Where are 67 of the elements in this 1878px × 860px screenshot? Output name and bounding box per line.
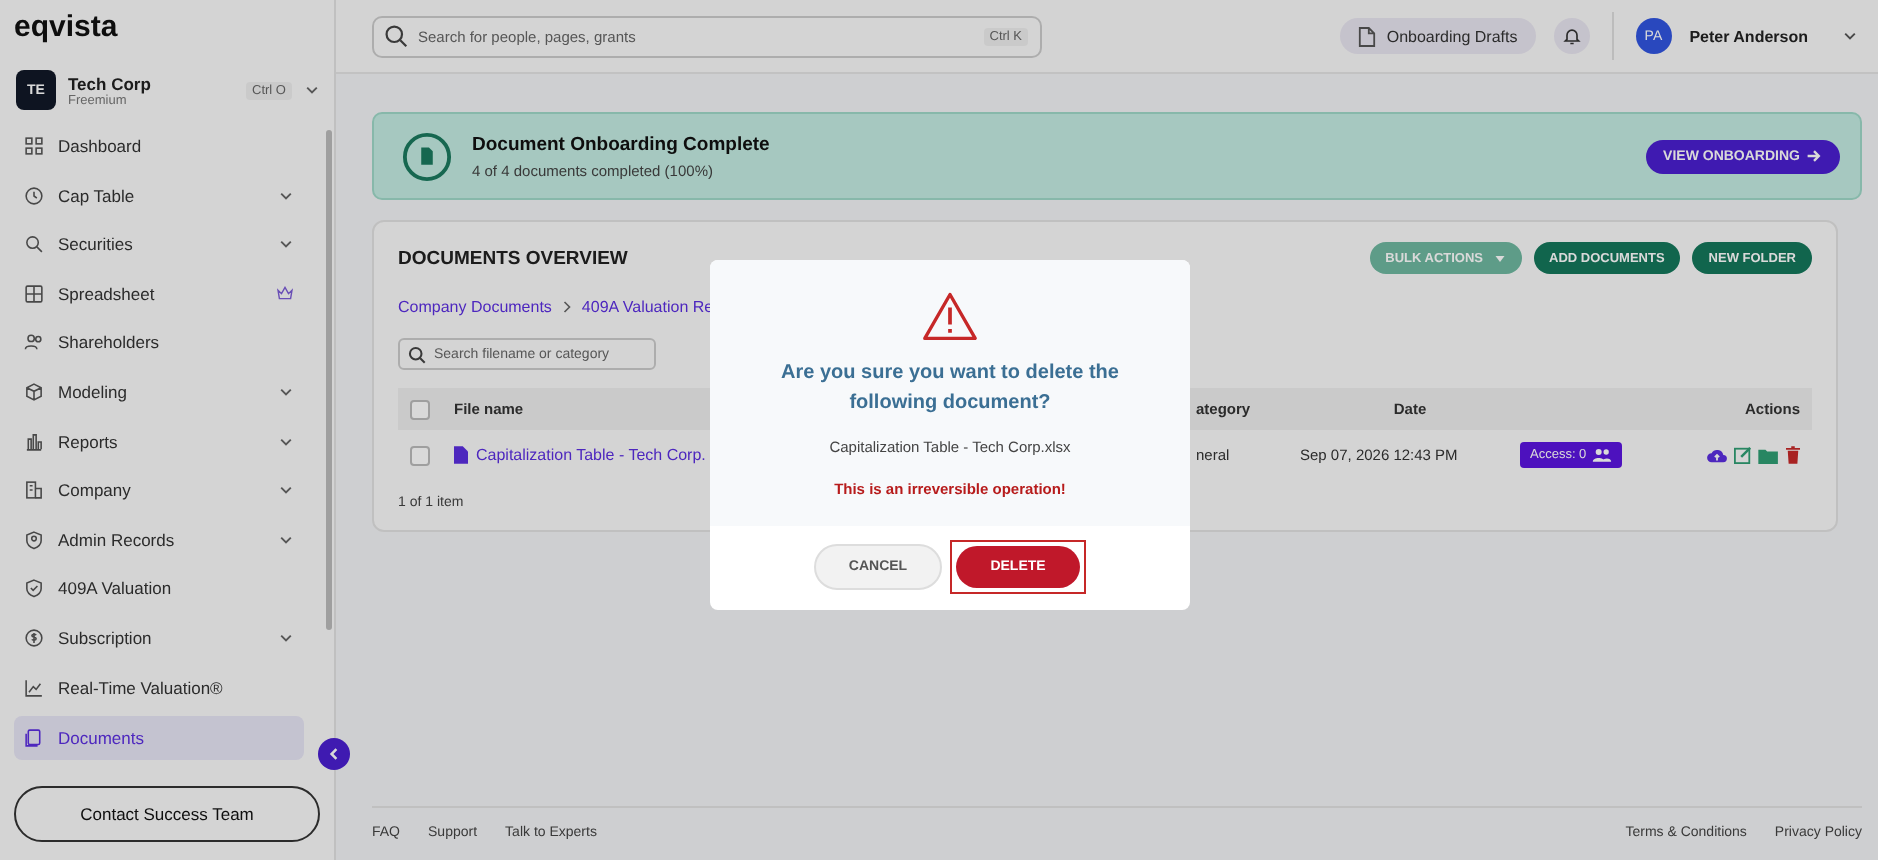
document-check-icon: [402, 131, 452, 181]
grid-icon: [24, 136, 44, 156]
sidebar-item[interactable]: Reports: [14, 421, 304, 462]
chevron-down-icon: [278, 629, 294, 646]
search-icon: [408, 345, 426, 363]
search-icon: [384, 24, 408, 48]
scrollbar[interactable]: [326, 130, 332, 630]
search-icon: [24, 234, 44, 255]
chevron-down-icon: [278, 531, 294, 548]
section-title: DOCUMENTS OVERVIEW: [398, 247, 628, 269]
arrow-right-icon: [1806, 148, 1822, 164]
people-icon: [24, 332, 44, 353]
checkbox[interactable]: [410, 399, 430, 419]
chevron-down-icon: [278, 482, 294, 499]
chevron-left-icon: [326, 746, 342, 762]
sidebar-item[interactable]: Documents: [14, 716, 304, 761]
chevron-down-icon: [278, 383, 294, 400]
badge-icon: [24, 529, 44, 550]
user-name[interactable]: Peter Anderson: [1689, 27, 1808, 45]
trend-icon: [24, 677, 44, 698]
contact-button[interactable]: Contact Success Team: [14, 786, 320, 842]
sidebar-item[interactable]: Shareholders: [14, 322, 304, 363]
document-icon: [24, 728, 44, 749]
sidebar-item[interactable]: Subscription: [14, 617, 304, 658]
warning-icon: [922, 290, 978, 342]
file-icon: [454, 446, 468, 464]
chevron-down-icon: [278, 236, 294, 253]
sidebar-item[interactable]: 409A Valuation: [14, 568, 304, 609]
sidebar-item[interactable]: Modeling: [14, 371, 304, 412]
sidebar-item[interactable]: Dashboard: [14, 126, 304, 166]
folder-icon[interactable]: [1758, 447, 1780, 463]
building-icon: [24, 480, 44, 501]
crown-icon: [276, 286, 294, 301]
dialog-question: Are you sure you want to delete the following document?: [779, 360, 1121, 418]
cube-icon: [24, 381, 44, 402]
sidebar-item[interactable]: Spreadsheet: [14, 273, 304, 314]
sidebar-item[interactable]: Cap Table: [14, 175, 304, 216]
cloud-upload-icon[interactable]: [1706, 446, 1728, 464]
file-link[interactable]: Capitalization Table - Tech Corp.: [476, 446, 706, 464]
clock-icon: [24, 185, 44, 206]
brand-logo[interactable]: eqvista: [14, 10, 118, 44]
chevron-down-icon[interactable]: [1842, 28, 1858, 44]
company-name: Tech Corp: [68, 73, 153, 93]
document-icon: [1358, 25, 1377, 47]
trash-icon[interactable]: [1786, 446, 1800, 464]
chevron-down-icon[interactable]: [304, 82, 320, 98]
breadcrumb-link[interactable]: Company Documents: [398, 298, 552, 316]
chevron-down-icon: [278, 433, 294, 450]
notification-button[interactable]: [1553, 18, 1590, 54]
bell-icon: [1561, 26, 1582, 46]
collapse-button[interactable]: [318, 738, 350, 770]
chevron-down-icon: [278, 187, 294, 204]
table-icon: [24, 283, 44, 304]
sidebar-item[interactable]: Admin Records: [14, 519, 304, 560]
sidebar-item[interactable]: Real-Time Valuation®: [14, 667, 304, 708]
edit-icon[interactable]: [1734, 446, 1752, 464]
people-icon: [1592, 448, 1613, 462]
caret-icon: [1493, 253, 1506, 263]
checkbox[interactable]: [410, 445, 430, 465]
breadcrumb-separator-icon: [561, 300, 572, 314]
shield-icon: [24, 578, 44, 599]
banner-title: Document Onboarding Complete: [472, 133, 772, 155]
sidebar-item[interactable]: Securities: [14, 224, 304, 265]
chart-icon: [24, 431, 44, 452]
onboarding-drafts-button[interactable]: Onboarding Drafts: [1340, 18, 1536, 54]
coin-icon: [24, 627, 44, 648]
sidebar-item[interactable]: Company: [14, 470, 304, 511]
